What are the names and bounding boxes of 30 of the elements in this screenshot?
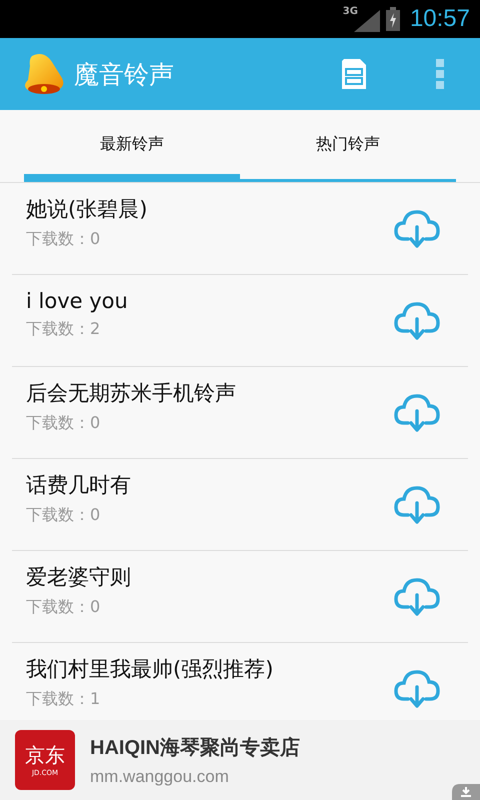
- tab[interactable]: 热门铃声: [240, 110, 456, 182]
- clock: 10:57: [410, 5, 470, 33]
- ringtone-title: 我们村里我最帅(强烈推荐): [26, 656, 274, 683]
- battery-icon: [386, 7, 400, 31]
- download-count: 下载数：0: [26, 229, 102, 250]
- ringtone-title: i love you: [26, 289, 129, 313]
- download-count: 下载数：0: [26, 505, 102, 526]
- download-count: 下载数：2: [26, 319, 102, 340]
- ringtone-title: 话费几时有: [26, 472, 132, 499]
- ad-title: HAIQIN海琴聚尚专卖店: [90, 736, 300, 760]
- ad-url: mm.wanggou.com: [90, 766, 230, 786]
- network-type: 3G: [342, 6, 358, 17]
- download-count: 下载数：1: [26, 689, 102, 710]
- ringtone-title: 爱老婆守则: [26, 564, 132, 591]
- logo-text: 京东: [25, 743, 65, 767]
- cloud-download-icon[interactable]: [394, 576, 440, 616]
- cloud-download-icon[interactable]: [394, 392, 440, 432]
- app-title: 魔音铃声: [74, 58, 174, 90]
- download-count: 下载数：0: [26, 597, 102, 618]
- ringtone-title: 她说(张碧晨): [26, 196, 148, 223]
- download-icon[interactable]: [452, 784, 480, 800]
- cloud-download-icon[interactable]: [394, 300, 440, 340]
- download-count: 下载数：0: [26, 413, 102, 434]
- tab[interactable]: 最新铃声: [24, 110, 240, 182]
- ringtone-title: 后会无期苏米手机铃声: [26, 380, 237, 407]
- overflow-menu-icon[interactable]: [436, 59, 444, 89]
- cloud-download-icon[interactable]: [394, 668, 440, 708]
- cabinet-icon[interactable]: [342, 59, 366, 89]
- cloud-download-icon[interactable]: [394, 208, 440, 248]
- cloud-download-icon[interactable]: [394, 484, 440, 524]
